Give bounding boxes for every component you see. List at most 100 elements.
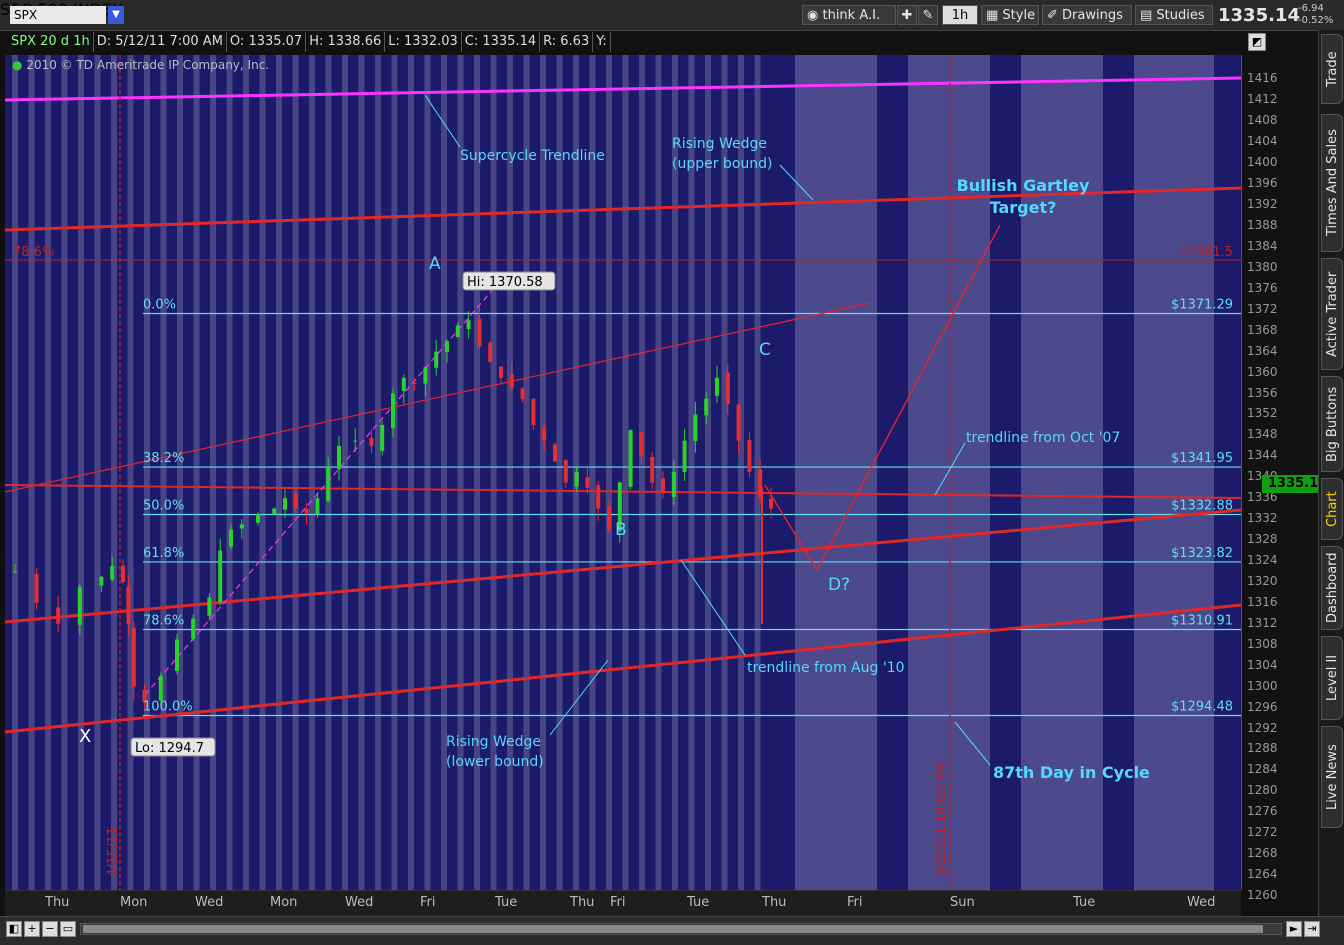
candle-body (158, 676, 163, 701)
candle-body (466, 320, 471, 330)
y-tick-label: 1332 (1247, 511, 1278, 526)
copyright: ● 2010 © TD Ameritrade IP Company, Inc. (12, 58, 269, 72)
session-bar (292, 55, 299, 890)
session-bar (589, 55, 596, 890)
label-87th-day: 87th Day in Cycle (993, 763, 1150, 782)
scroll-end-button[interactable]: ⇥ (1304, 921, 1320, 937)
session-bar (127, 55, 134, 890)
candle-body (509, 374, 514, 389)
y-tick-label: 1372 (1247, 301, 1278, 316)
tab-times-and-sales[interactable]: Times And Sales (1321, 114, 1343, 252)
y-tick-label: 1276 (1247, 804, 1278, 819)
think-ai-button[interactable]: ◉ think A.I. (802, 5, 896, 25)
candle-body (121, 565, 125, 582)
scrollbar-thumb[interactable] (83, 925, 1263, 933)
point-b: B (615, 520, 627, 540)
symbol-dropdown-icon[interactable]: ▼ (108, 6, 124, 24)
studies-button[interactable]: ▤ Studies (1135, 5, 1213, 25)
y-tick-label: 1380 (1247, 259, 1278, 274)
x-tick-label: Mon (120, 895, 148, 910)
scrollbar-track[interactable] (80, 923, 1282, 935)
x-tick-label: Wed (345, 895, 374, 910)
session-bar (655, 55, 662, 890)
session-bar (738, 55, 744, 890)
zoom-out-button[interactable]: − (42, 921, 58, 937)
label-rising-lower-2: (lower bound) (446, 754, 544, 770)
fib-price-label: $1294.48 (1171, 700, 1233, 715)
info-y: Y: (593, 32, 611, 52)
tab-level-ii[interactable]: Level II (1321, 636, 1343, 720)
timeframe-button[interactable]: 1h (942, 5, 978, 25)
session-bar (226, 55, 233, 890)
tab-chart[interactable]: Chart (1321, 478, 1343, 540)
y-tick-label: 1260 (1247, 888, 1278, 902)
info-low: L: 1332.03 (385, 32, 462, 52)
fib-price-label: $1332.88 (1171, 499, 1233, 514)
scroll-right-button[interactable]: ► (1286, 921, 1302, 937)
y-tick-label: 1324 (1247, 553, 1278, 567)
candle-body (596, 485, 601, 509)
candle-body (77, 587, 82, 625)
label-rising-upper-2: (upper bound) (672, 156, 772, 172)
tab-trade[interactable]: Trade (1321, 34, 1343, 104)
chart-plot-area[interactable]: 0.0% $1371.29 38.2% $1341.95 50.0% $1332.88 61… (5, 55, 1241, 890)
x-tick-label: Thu (570, 895, 595, 910)
cursor-icon[interactable]: ◧ (6, 921, 22, 937)
y-tick-label: 1352 (1247, 406, 1278, 421)
fib-pct-label: 38.2% (143, 451, 184, 466)
y-tick-label: 1416 (1247, 71, 1278, 86)
y-tick-label: 1376 (1247, 280, 1278, 295)
x-tick-label: Fri (610, 895, 626, 910)
style-button[interactable]: ▦ Style (981, 5, 1039, 25)
pan-icon[interactable]: ▭ (60, 921, 76, 937)
info-range: R: 6.63 (540, 32, 594, 52)
x-tick-label: Wed (195, 895, 224, 910)
session-bar (210, 55, 216, 890)
session-bar (111, 55, 117, 890)
candle-body (531, 398, 536, 425)
candle-body (693, 414, 698, 442)
session-bar (259, 55, 266, 890)
globe-icon: ● (12, 58, 23, 72)
y-tick-label: 1392 (1247, 197, 1278, 212)
session-bar (705, 55, 711, 890)
time-axis[interactable]: Thu Mon Wed Mon Wed Fri Tue Thu Fri Tue Thu Fri Sun T… (5, 890, 1241, 917)
y-tick-label: 1404 (1247, 134, 1278, 149)
session-bar (408, 55, 414, 890)
session-bar (556, 55, 563, 890)
symbol-input[interactable]: SPX (10, 6, 106, 24)
fib-price-label: $1371.29 (1171, 297, 1233, 312)
tab-big-buttons[interactable]: Big Buttons (1321, 376, 1343, 472)
candle-body (563, 460, 568, 483)
price-axis[interactable]: 1260 1264 1268 1272 1276 1280 1284 1288 1292 1296… (1241, 55, 1319, 902)
vertical-marker-label: 4/15/11 (106, 827, 121, 877)
drawings-button[interactable]: ✐ Drawings (1042, 5, 1132, 25)
tab-active-trader[interactable]: Active Trader (1321, 258, 1343, 370)
top-toolbar: SPX ▼ S&P 500 INDEX ◉ think A.I. ✚ ✎ 1h … (0, 0, 1344, 31)
future-band-0 (795, 55, 877, 890)
point-x: X (79, 726, 91, 747)
tab-dashboard[interactable]: Dashboard (1321, 546, 1343, 630)
tab-live-news[interactable]: Live News (1321, 726, 1343, 828)
session-bar (276, 55, 282, 890)
y-tick-label: 1328 (1247, 532, 1278, 547)
info-open: O: 1335.07 (227, 32, 307, 52)
point-c: C (759, 340, 771, 360)
fib-pct-label: 50.0% (143, 499, 184, 514)
fib-pct-label: 61.8% (143, 546, 184, 561)
pencil-icon[interactable]: ✎ (918, 5, 938, 25)
y-tick-label: 1292 (1247, 720, 1278, 735)
zoom-in-button[interactable]: + (24, 921, 40, 937)
session-bar (144, 55, 150, 890)
chart-settings-icon[interactable]: ◩ (1248, 33, 1266, 51)
y-tick-label: 1300 (1247, 678, 1278, 693)
session-bar (342, 55, 348, 890)
candle-body (574, 472, 579, 487)
label-rising-lower-1: Rising Wedge (446, 734, 541, 750)
extra-level-pct: 78.6% (13, 245, 54, 260)
y-tick-label: 1264 (1247, 867, 1278, 882)
session-bar (160, 55, 167, 890)
candle-body (191, 618, 196, 640)
crosshair-icon[interactable]: ✚ (897, 5, 917, 25)
candle-body (661, 478, 665, 493)
